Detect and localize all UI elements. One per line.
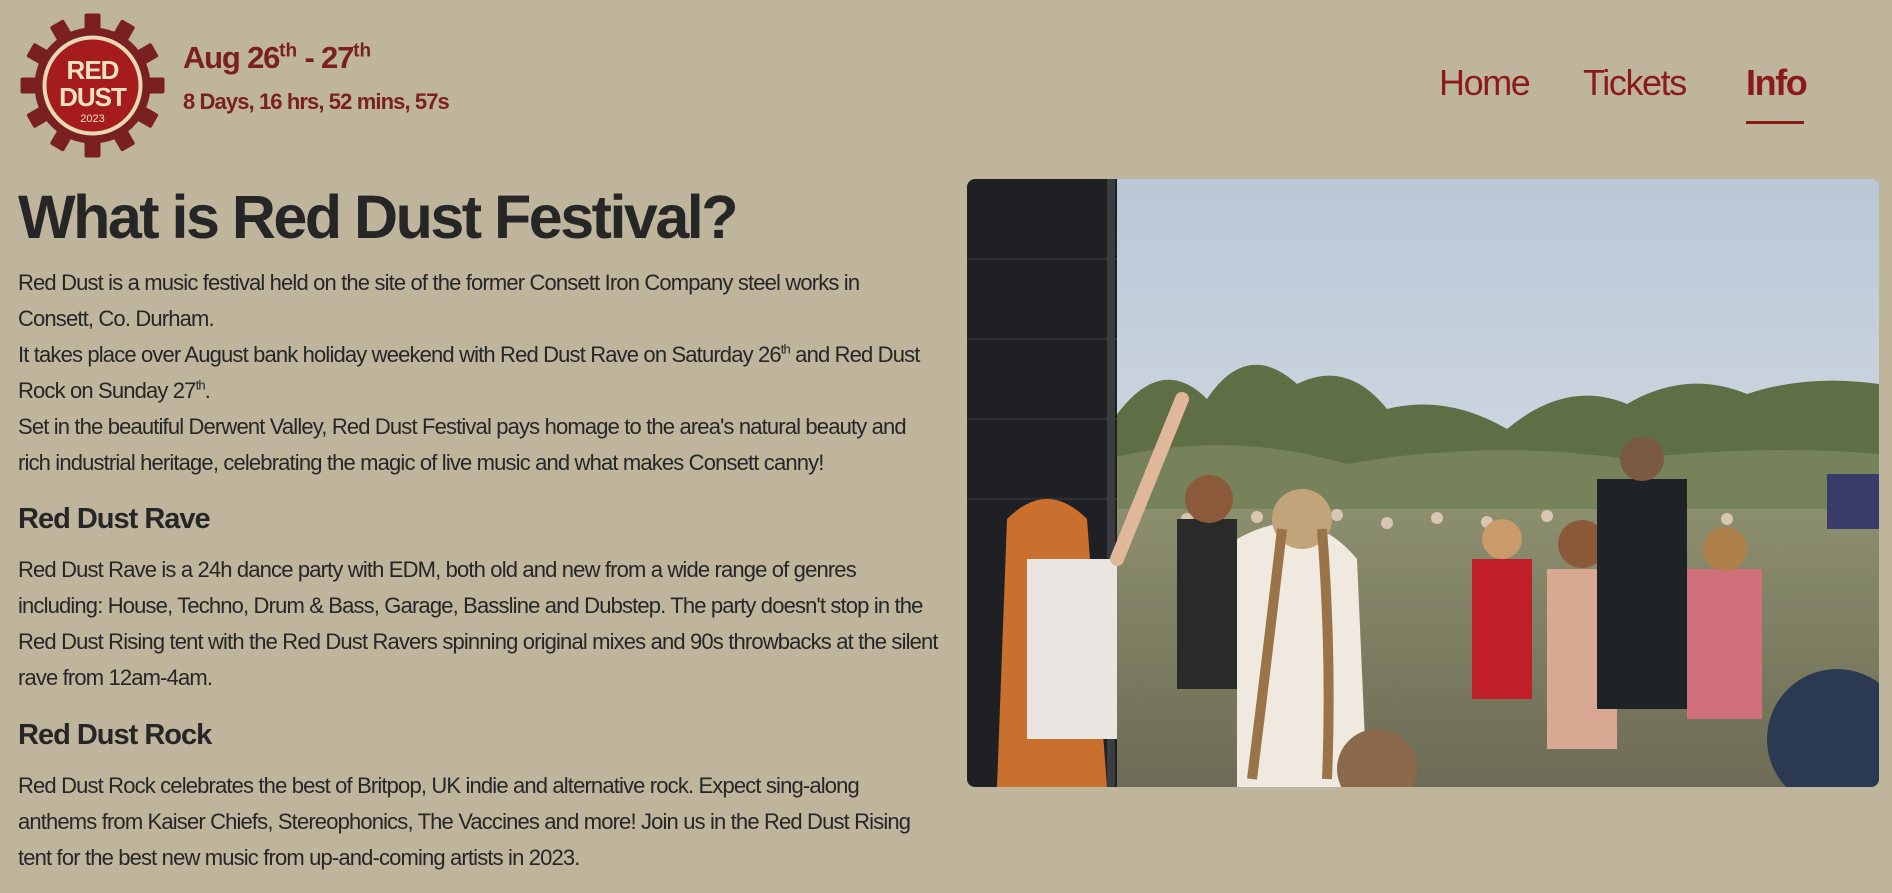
date-start-suffix: th (279, 40, 298, 62)
rock-heading: Red Dust Rock (18, 719, 212, 751)
rock-paragraph: Red Dust Rock celebrates the best of Bri… (18, 773, 911, 870)
intro-paragraph-2: It takes place over August bank holiday … (18, 337, 938, 409)
countdown-timer: 8 Days, 16 hrs, 52 mins, 57s (183, 89, 450, 114)
rave-paragraph: Red Dust Rave is a 24h dance party with … (18, 557, 939, 690)
nav-home[interactable]: Home (1439, 62, 1531, 106)
intro-p2-text-c: . (204, 378, 211, 403)
logo-text-year: 2023 (80, 113, 104, 125)
nav-info[interactable]: Info (1746, 62, 1808, 106)
festival-logo[interactable]: RED DUST 2023 (20, 13, 165, 158)
intro-p2-sup-1: th (780, 341, 791, 357)
logo-text-dust: DUST (59, 82, 127, 112)
festival-crowd-photo (967, 179, 1879, 787)
date-start: Aug 26 (183, 40, 280, 75)
rave-heading: Red Dust Rave (18, 503, 211, 535)
logo-text-red: RED (67, 55, 119, 85)
nav-tickets[interactable]: Tickets (1583, 62, 1687, 106)
festival-dates: Aug 26th - 27th (183, 40, 371, 76)
intro-paragraph-1: Red Dust is a music festival held on the… (18, 270, 860, 331)
nav-active-underline (1746, 121, 1804, 124)
intro-paragraph-3: Set in the beautiful Derwent Valley, Red… (18, 414, 907, 475)
date-end: - 27 (297, 40, 355, 75)
page-title: What is Red Dust Festival? (18, 183, 738, 251)
intro-p2-sup-2: th (195, 377, 206, 393)
date-end-suffix: th (353, 40, 372, 62)
intro-p2-text-a: It takes place over August bank holiday … (18, 342, 782, 367)
